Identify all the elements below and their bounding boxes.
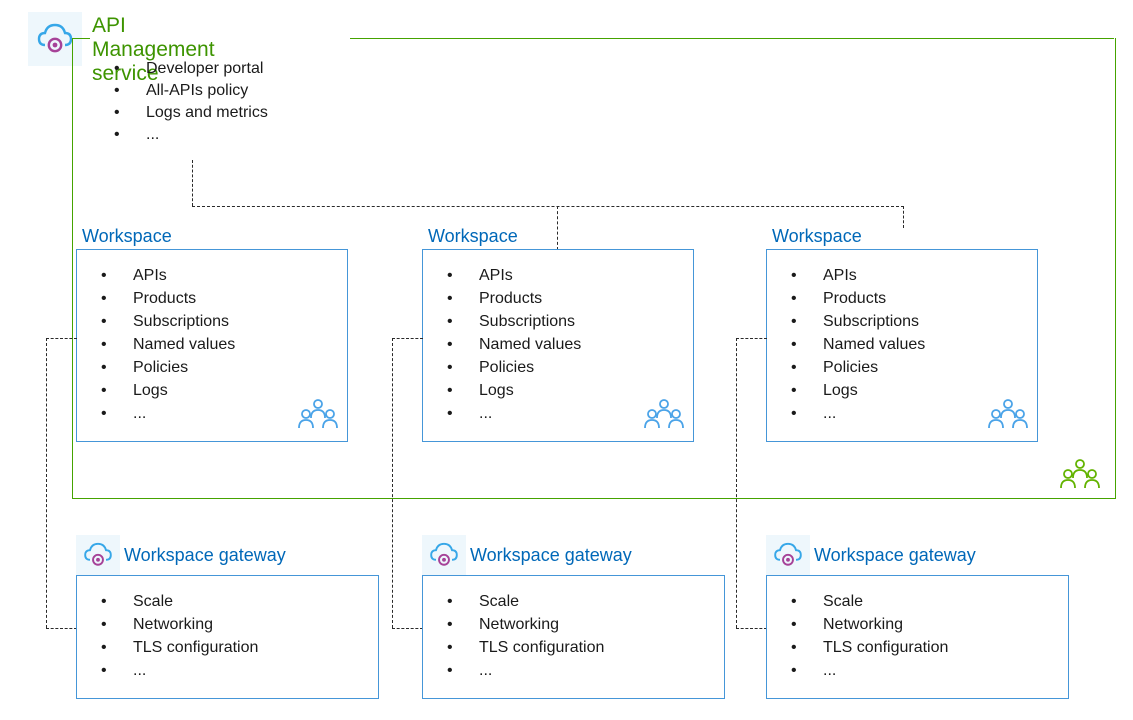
workspace-item: Subscriptions (433, 310, 683, 333)
gateway-icon (422, 535, 466, 575)
gateway-title: Workspace gateway (814, 545, 976, 566)
workspace-title: Workspace (82, 226, 348, 247)
connector (46, 628, 77, 629)
workspace-item: Products (433, 287, 683, 310)
workspace-item: Policies (87, 356, 337, 379)
service-features-list: Developer portal All-APIs policy Logs an… (98, 58, 268, 146)
gateway-box: Workspace gateway Scale Networking TLS c… (422, 535, 725, 699)
gateway-box: Workspace gateway Scale Networking TLS c… (766, 535, 1069, 699)
workspace-item: Products (777, 287, 1027, 310)
workspace-box: Workspace APIs Products Subscriptions Na… (422, 226, 694, 442)
gateway-item: Networking (777, 613, 1058, 636)
workspace-item: Policies (433, 356, 683, 379)
connector (46, 338, 77, 339)
connector (736, 628, 767, 629)
connector (392, 338, 423, 339)
gateway-item: Networking (87, 613, 368, 636)
gateway-list: Scale Networking TLS configuration ... (87, 590, 368, 682)
workspace-frame: APIs Products Subscriptions Named values… (766, 249, 1038, 442)
gateway-frame: Scale Networking TLS configuration ... (422, 575, 725, 699)
gateway-icon (766, 535, 810, 575)
service-feature-item: Developer portal (98, 58, 268, 80)
connector (736, 338, 737, 628)
connector (392, 338, 393, 628)
workspace-item: Subscriptions (87, 310, 337, 333)
gateway-header: Workspace gateway (76, 535, 379, 575)
gateway-item: ... (433, 659, 714, 682)
workspace-item: Named values (433, 333, 683, 356)
gateway-frame: Scale Networking TLS configuration ... (76, 575, 379, 699)
connector (736, 338, 767, 339)
gateway-item: Scale (433, 590, 714, 613)
workspace-title: Workspace (428, 226, 694, 247)
workspace-item: Named values (87, 333, 337, 356)
gateway-header: Workspace gateway (766, 535, 1069, 575)
service-feature-item: ... (98, 124, 268, 146)
workspace-item: APIs (777, 264, 1027, 287)
gateway-list: Scale Networking TLS configuration ... (433, 590, 714, 682)
connector (46, 338, 47, 628)
gateway-item: Networking (433, 613, 714, 636)
service-feature-item: Logs and metrics (98, 102, 268, 124)
gateway-header: Workspace gateway (422, 535, 725, 575)
gateway-item: ... (87, 659, 368, 682)
gateway-box: Workspace gateway Scale Networking TLS c… (76, 535, 379, 699)
team-icon (987, 396, 1029, 435)
workspace-item: APIs (87, 264, 337, 287)
team-icon (1059, 456, 1101, 495)
workspace-box: Workspace APIs Products Subscriptions Na… (766, 226, 1038, 442)
workspace-item: Subscriptions (777, 310, 1027, 333)
gateway-icon (76, 535, 120, 575)
workspace-box: Workspace APIs Products Subscriptions Na… (76, 226, 348, 442)
gateway-item: Scale (777, 590, 1058, 613)
architecture-diagram: API Management service Developer portal … (10, 10, 1123, 710)
team-icon (643, 396, 685, 435)
connector (192, 206, 904, 207)
gateway-frame: Scale Networking TLS configuration ... (766, 575, 1069, 699)
workspace-frame: APIs Products Subscriptions Named values… (76, 249, 348, 442)
workspace-item: Policies (777, 356, 1027, 379)
gateway-item: TLS configuration (433, 636, 714, 659)
gateway-list: Scale Networking TLS configuration ... (777, 590, 1058, 682)
workspace-title: Workspace (772, 226, 1038, 247)
gateway-title: Workspace gateway (124, 545, 286, 566)
workspace-item: APIs (433, 264, 683, 287)
connector (192, 160, 193, 206)
gateway-title: Workspace gateway (470, 545, 632, 566)
workspace-frame: APIs Products Subscriptions Named values… (422, 249, 694, 442)
connector (903, 206, 904, 228)
gateway-item: TLS configuration (87, 636, 368, 659)
gateway-item: ... (777, 659, 1058, 682)
workspace-item: Named values (777, 333, 1027, 356)
gateway-item: TLS configuration (777, 636, 1058, 659)
workspace-item: Products (87, 287, 337, 310)
gateway-item: Scale (87, 590, 368, 613)
team-icon (297, 396, 339, 435)
connector (392, 628, 423, 629)
service-feature-item: All-APIs policy (98, 80, 268, 102)
